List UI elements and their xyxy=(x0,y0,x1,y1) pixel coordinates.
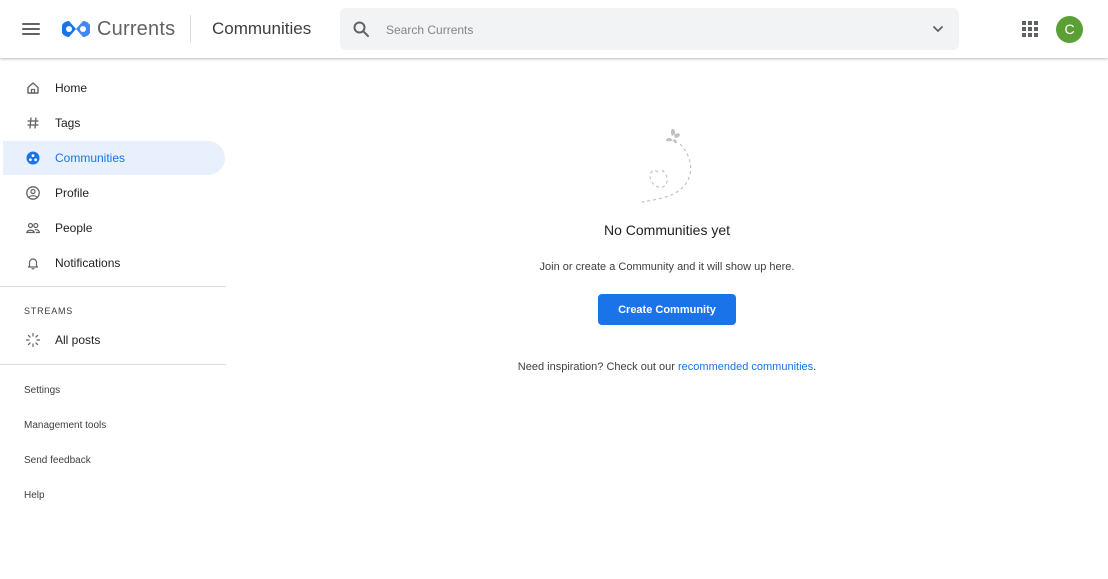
management-tools-link[interactable]: Management tools xyxy=(24,420,106,431)
sidebar-item-label: Communities xyxy=(55,151,126,165)
bell-icon xyxy=(27,258,39,270)
search-bar[interactable] xyxy=(340,8,959,50)
sidebar-item-label: Notifications xyxy=(55,256,121,270)
header-divider xyxy=(190,15,191,43)
send-feedback-link[interactable]: Send feedback xyxy=(24,455,91,466)
inspiration-prefix: Need inspiration? Check out our xyxy=(517,361,675,373)
apps-grid-icon[interactable] xyxy=(1022,21,1038,37)
sidebar-divider xyxy=(0,286,226,287)
search-icon[interactable] xyxy=(352,20,370,38)
page-title: Communities xyxy=(212,19,312,38)
sidebar-item-home[interactable]: Home xyxy=(3,71,225,105)
sidebar-item-profile[interactable]: Profile xyxy=(3,176,225,210)
sidebar-item-label: People xyxy=(55,221,93,235)
empty-state-description: Join or create a Community and it will s… xyxy=(539,261,795,273)
all-posts-icon xyxy=(25,332,41,348)
sidebar: Home Tags Communities Profile People Not… xyxy=(0,58,230,579)
sidebar-item-label: Profile xyxy=(55,186,90,200)
butterfly-illustration xyxy=(641,128,692,203)
sidebar-item-people[interactable]: People xyxy=(3,211,225,245)
main-menu-button[interactable] xyxy=(20,19,42,41)
communities-icon xyxy=(26,151,40,165)
hash-icon xyxy=(27,117,39,129)
sidebar-item-communities[interactable]: Communities xyxy=(3,141,225,175)
sidebar-item-label: Home xyxy=(55,81,88,95)
chevron-down-icon[interactable] xyxy=(931,22,945,36)
sidebar-item-label: Tags xyxy=(55,116,81,130)
sidebar-item-label: All posts xyxy=(55,333,101,347)
help-link[interactable]: Help xyxy=(24,490,45,501)
empty-state-title: No Communities yet xyxy=(603,222,731,238)
inspiration-text: Need inspiration? Check out our recommen… xyxy=(448,361,886,373)
settings-link[interactable]: Settings xyxy=(24,385,60,396)
sidebar-item-all-posts[interactable]: All posts xyxy=(3,323,225,357)
create-community-button[interactable]: Create Community xyxy=(598,294,736,325)
sidebar-item-tags[interactable]: Tags xyxy=(3,106,225,140)
home-icon xyxy=(27,82,39,94)
recommended-communities-link[interactable]: recommended communities xyxy=(678,361,813,373)
profile-icon xyxy=(26,186,40,200)
streams-heading: STREAMS xyxy=(24,306,74,316)
inspiration-suffix: . xyxy=(813,361,817,373)
sidebar-item-notifications[interactable]: Notifications xyxy=(3,246,225,280)
app-name[interactable]: Currents xyxy=(97,18,175,41)
top-app-bar: Currents Communities C xyxy=(0,0,1108,58)
search-input[interactable] xyxy=(384,19,908,41)
sidebar-divider xyxy=(0,364,226,365)
people-icon xyxy=(26,222,41,234)
currents-logo[interactable] xyxy=(62,18,90,40)
account-avatar[interactable]: C xyxy=(1056,16,1083,43)
